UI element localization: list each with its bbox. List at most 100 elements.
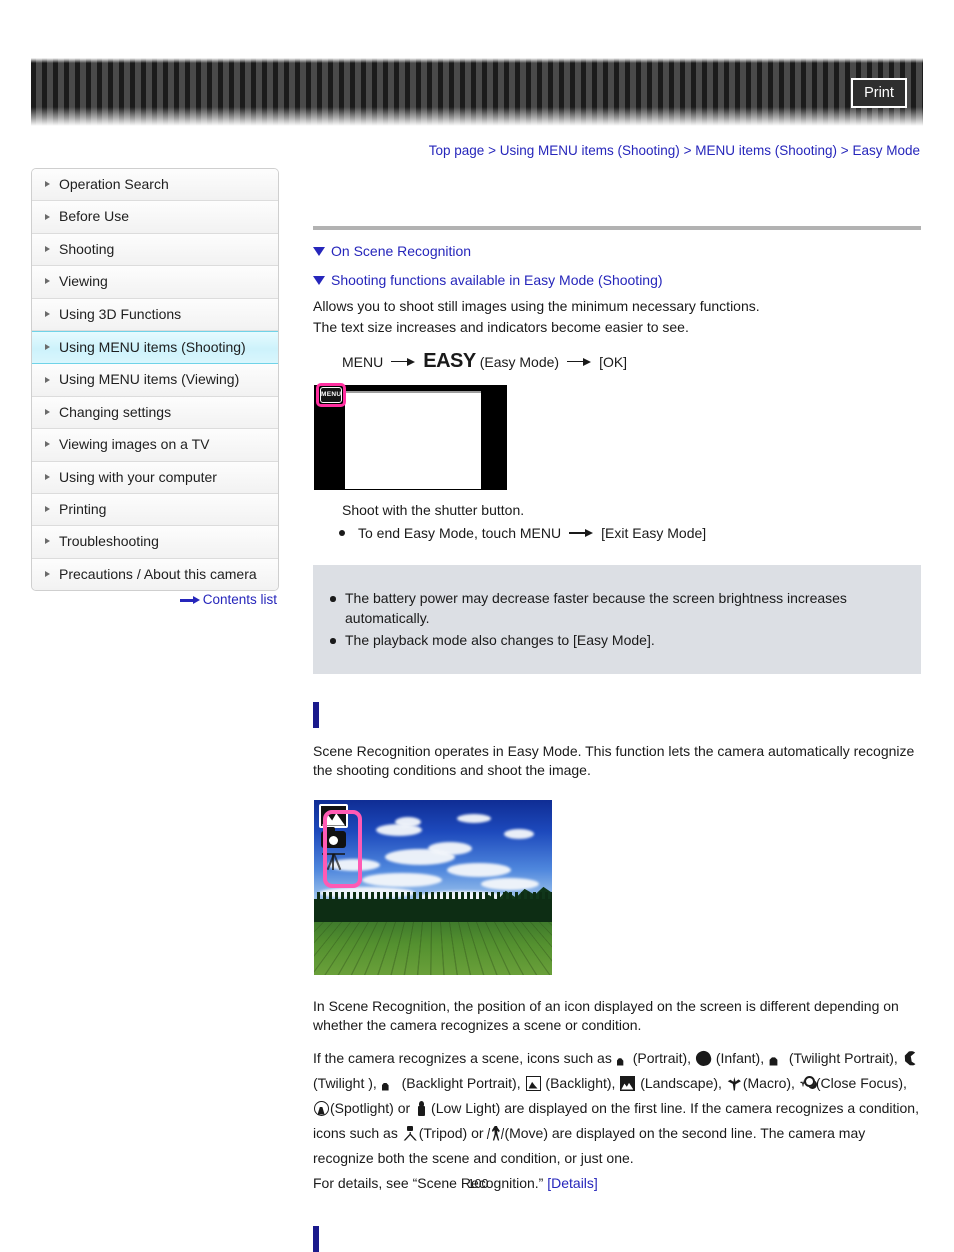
breadcrumb: Top page > Using MENU items (Shooting) >… bbox=[0, 143, 920, 158]
chevron-right-icon bbox=[45, 408, 50, 415]
intro-line-1: Allows you to shoot still images using t… bbox=[313, 298, 760, 314]
infant-icon bbox=[694, 1048, 713, 1068]
menu-icon-highlight-box bbox=[316, 383, 346, 407]
sidebar-item-using-menu-items-viewing[interactable]: Using MENU items (Viewing) bbox=[32, 364, 278, 397]
breadcrumb-separator: > bbox=[488, 143, 496, 158]
move-icon bbox=[488, 1126, 503, 1141]
breadcrumb-item-top-page[interactable]: Top page bbox=[429, 143, 485, 158]
scene-recognition-photo bbox=[314, 799, 552, 975]
main-content: On Scene Recognition Shooting functions … bbox=[313, 168, 921, 1252]
sidebar-item-label: Using 3D Functions bbox=[59, 305, 182, 322]
sidebar-item-precautions-about-this-camera[interactable]: Precautions / About this camera bbox=[32, 558, 278, 591]
scene-recognition-paragraph: Scene Recognition operates in Easy Mode.… bbox=[313, 742, 915, 778]
note-list: The battery power may decrease faster be… bbox=[313, 589, 921, 651]
anchor-link-shooting-functions-easy-mode[interactable]: Shooting functions available in Easy Mod… bbox=[313, 272, 921, 288]
label-tripod: (Tripod) or bbox=[418, 1124, 484, 1141]
scene-recognition-icons-section: In Scene Recognition, the position of an… bbox=[313, 997, 921, 1196]
contents-list-label: Contents list bbox=[202, 592, 277, 607]
chevron-right-icon bbox=[45, 506, 50, 513]
portrait-icon bbox=[616, 1058, 624, 1066]
sidebar-item-label: Changing settings bbox=[59, 403, 172, 420]
menu-path-end: [OK] bbox=[599, 353, 628, 370]
sidebar-item-operation-search[interactable]: Operation Search bbox=[32, 169, 278, 202]
triangle-down-icon bbox=[313, 276, 325, 285]
sidebar-navigation: Operation Search Before Use Shooting Vie… bbox=[31, 168, 279, 592]
backlight-icon bbox=[525, 1075, 541, 1091]
chevron-right-icon bbox=[45, 376, 50, 383]
breadcrumb-item-easy-mode[interactable]: Easy Mode bbox=[852, 143, 920, 158]
note-item: The battery power may decrease faster be… bbox=[330, 589, 901, 628]
anchor-label: Shooting functions available in Easy Mod… bbox=[331, 272, 663, 288]
cloud-shape bbox=[447, 862, 512, 877]
contents-list-link[interactable]: Contents list bbox=[31, 592, 277, 607]
sidebar-item-using-with-your-computer[interactable]: Using with your computer bbox=[32, 461, 278, 494]
close-focus-icon bbox=[800, 1075, 815, 1091]
shoot-caption: Shoot with the shutter button. bbox=[342, 502, 525, 518]
triangle-down-icon bbox=[313, 247, 325, 256]
sidebar-item-printing[interactable]: Printing bbox=[32, 493, 278, 527]
sidebar-item-shooting[interactable]: Shooting bbox=[32, 233, 278, 267]
print-button[interactable]: Print bbox=[851, 78, 907, 108]
arrow-right-icon bbox=[569, 528, 594, 538]
sidebar-item-label: Shooting bbox=[59, 240, 115, 257]
label-spotlight: (Spotlight) or bbox=[330, 1099, 411, 1116]
chevron-right-icon bbox=[45, 278, 50, 285]
menu-path-instruction: MENU EASY (Easy Mode) [OK] bbox=[342, 350, 921, 373]
label-close-focus: (Close Focus), bbox=[815, 1074, 907, 1091]
scene-icons-lead: If the camera recognizes a scene, icons … bbox=[313, 1049, 612, 1066]
sidebar-item-label: Troubleshooting bbox=[59, 533, 159, 550]
label-macro: (Macro), bbox=[742, 1074, 795, 1091]
exit-easy-mode-bullet: To end Easy Mode, touch MENU [Exit Easy … bbox=[339, 525, 921, 541]
spotlight-icon bbox=[314, 1100, 329, 1116]
chevron-right-icon bbox=[45, 473, 50, 480]
sidebar-item-changing-settings[interactable]: Changing settings bbox=[32, 396, 278, 430]
chevron-right-icon bbox=[45, 441, 50, 448]
page-number: 100 bbox=[467, 1177, 489, 1191]
label-twilight: (Twilight ), bbox=[313, 1074, 377, 1091]
menu-path-start: MENU bbox=[342, 353, 384, 370]
chevron-right-icon bbox=[45, 213, 50, 220]
page-header-banner: Print bbox=[31, 58, 923, 126]
sidebar-item-label: Viewing images on a TV bbox=[59, 436, 210, 453]
backlight-portrait-icon bbox=[381, 1083, 389, 1091]
scene-icons-paragraph: If the camera recognizes a scene, icons … bbox=[313, 1046, 921, 1171]
sidebar-item-using-menu-items-shooting[interactable]: Using MENU items (Shooting) bbox=[32, 330, 278, 365]
sidebar-item-viewing-images-on-a-tv[interactable]: Viewing images on a TV bbox=[32, 429, 278, 462]
breadcrumb-item-using-menu-items-shooting[interactable]: Using MENU items (Shooting) bbox=[500, 143, 680, 158]
breadcrumb-separator: > bbox=[840, 143, 849, 158]
anchor-label: On Scene Recognition bbox=[331, 243, 472, 259]
note-box: The battery power may decrease faster be… bbox=[313, 565, 921, 674]
chevron-right-icon bbox=[45, 570, 50, 577]
sidebar-item-troubleshooting[interactable]: Troubleshooting bbox=[32, 526, 278, 559]
sidebar-item-label: Using MENU items (Viewing) bbox=[59, 371, 240, 388]
sidebar-item-viewing[interactable]: Viewing bbox=[32, 266, 278, 299]
cloud-shape bbox=[428, 841, 473, 855]
easy-mode-label: (Easy Mode) bbox=[479, 353, 560, 370]
anchor-link-on-scene-recognition[interactable]: On Scene Recognition bbox=[313, 243, 921, 259]
landscape-icon bbox=[620, 1075, 636, 1091]
sidebar-item-label: Using MENU items (Shooting) bbox=[59, 338, 246, 355]
photo-field bbox=[314, 922, 552, 975]
breadcrumb-separator: > bbox=[683, 143, 692, 158]
breadcrumb-item-menu-items-shooting[interactable]: MENU items (Shooting) bbox=[695, 143, 837, 158]
label-landscape: (Landscape), bbox=[640, 1074, 722, 1091]
chevron-right-icon bbox=[45, 344, 50, 351]
label-portrait: (Portrait), bbox=[632, 1049, 692, 1066]
sidebar-item-using-3d-functions[interactable]: Using 3D Functions bbox=[32, 298, 278, 331]
scene-icon-highlight-box bbox=[323, 809, 362, 888]
sidebar-item-before-use[interactable]: Before Use bbox=[32, 201, 278, 234]
label-twilight-portrait: (Twilight Portrait), bbox=[788, 1049, 898, 1066]
arrow-right-icon bbox=[391, 357, 416, 367]
chevron-right-icon bbox=[45, 310, 50, 317]
chevron-right-icon bbox=[45, 538, 50, 545]
tripod-condition-icon bbox=[403, 1125, 418, 1141]
intro-line-2: The text size increases and indicators b… bbox=[313, 319, 689, 335]
section-marker-shooting-functions bbox=[313, 1225, 319, 1252]
twilight-icon bbox=[904, 1050, 918, 1066]
cloud-shape bbox=[394, 817, 421, 827]
exit-bullet-text-before: To end Easy Mode, touch MENU bbox=[358, 525, 562, 541]
chevron-right-icon bbox=[45, 181, 50, 188]
arrow-right-icon bbox=[179, 596, 200, 605]
label-backlight-portrait: (Backlight Portrait), bbox=[401, 1074, 521, 1091]
camera-screen-figure: MENU bbox=[314, 383, 507, 490]
